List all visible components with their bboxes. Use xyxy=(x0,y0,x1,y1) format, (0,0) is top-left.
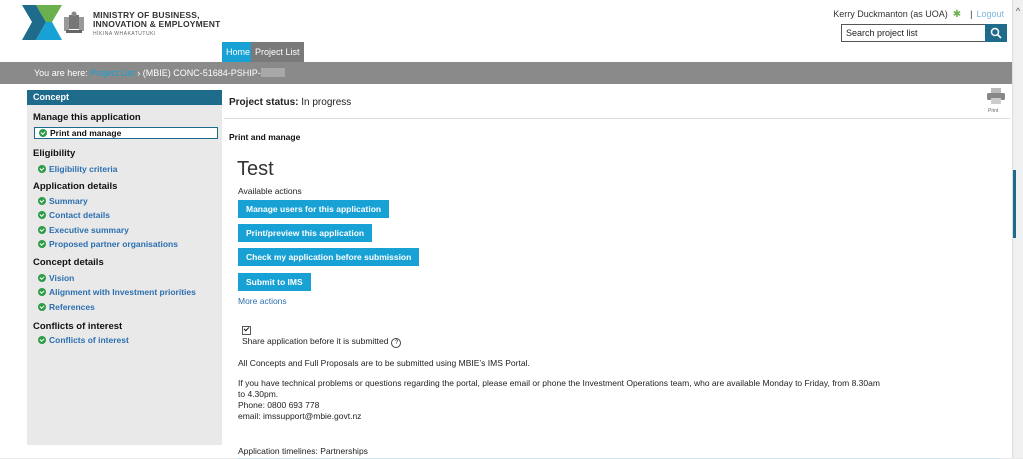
redacted-block xyxy=(260,68,285,77)
application-timelines-heading: Application timelines: Partnerships xyxy=(238,446,368,456)
sidebar-item-eligibility-criteria[interactable]: Eligibility criteria xyxy=(38,164,118,174)
sidebar-item-label: Print and manage xyxy=(50,128,122,138)
sidebar-item-contact-details[interactable]: Contact details xyxy=(38,210,110,220)
mbie-logo-icon xyxy=(22,5,62,40)
project-status: Project status: In progress xyxy=(229,97,351,108)
search-placeholder: Search project list xyxy=(846,28,918,38)
sidebar-heading-application-details: Application details xyxy=(33,181,118,192)
sidebar: Concept Manage this application Print an… xyxy=(27,90,222,445)
sidebar-item-label: References xyxy=(49,302,95,312)
main-content: Project status: In progress Print Print … xyxy=(224,88,1014,459)
breadcrumb: You are here: Project List › (MBIE) CONC… xyxy=(0,62,1012,84)
project-title: Test xyxy=(237,158,274,180)
check-circle-icon xyxy=(38,165,46,173)
print-icon[interactable] xyxy=(987,88,1005,104)
sidebar-item-summary[interactable]: Summary xyxy=(38,196,88,206)
more-actions-link[interactable]: More actions xyxy=(238,296,287,306)
sidebar-item-label: Summary xyxy=(49,196,88,206)
submit-to-ims-button[interactable]: Submit to IMS xyxy=(238,273,311,291)
sidebar-item-print-and-manage[interactable]: Print and manage xyxy=(34,127,218,139)
sidebar-heading-conflicts: Conflicts of interest xyxy=(33,321,123,332)
tab-home[interactable]: Home xyxy=(222,42,255,62)
check-circle-icon xyxy=(38,303,46,311)
user-name: Kerry Duckmanton (as UOA) xyxy=(833,9,948,19)
support-email: email: imssupport@mbie.govt.nz xyxy=(238,411,362,421)
divider xyxy=(224,118,1010,119)
info-support-line1: If you have technical problems or questi… xyxy=(238,378,880,388)
share-label: Share application before it is submitted xyxy=(242,336,389,346)
search-input[interactable]: Search project list xyxy=(841,24,987,42)
check-circle-icon xyxy=(38,211,46,219)
sidebar-item-vision[interactable]: Vision xyxy=(38,273,74,283)
check-circle-icon xyxy=(38,240,46,248)
ministry-name: MINISTRY OF BUSINESS, INNOVATION & EMPLO… xyxy=(93,11,221,39)
sidebar-item-label: Eligibility criteria xyxy=(49,164,118,174)
sidebar-item-proposed-partners[interactable]: Proposed partner organisations xyxy=(38,239,178,249)
sidebar-item-references[interactable]: References xyxy=(38,302,95,312)
sidebar-item-executive-summary[interactable]: Executive summary xyxy=(38,225,129,235)
user-bar-separator: | xyxy=(970,9,973,19)
ministry-line-3: HĪKINA WHAKATUTUKI xyxy=(93,31,156,37)
scrollbar-thumb[interactable] xyxy=(1013,170,1016,238)
section-title: Print and manage xyxy=(229,132,301,142)
share-checkbox[interactable] xyxy=(242,326,251,335)
sidebar-item-alignment[interactable]: Alignment with Investment priorities xyxy=(38,287,196,297)
check-circle-icon xyxy=(38,197,46,205)
project-status-value: In progress xyxy=(301,97,352,108)
nz-crest-icon xyxy=(64,11,84,33)
check-circle-icon xyxy=(38,336,46,344)
sidebar-item-label: Proposed partner organisations xyxy=(49,239,178,249)
tab-project-list[interactable]: Project List xyxy=(251,42,304,62)
sidebar-heading-concept-details: Concept details xyxy=(33,257,104,268)
sidebar-heading-manage: Manage this application xyxy=(33,112,141,123)
breadcrumb-project-list-link[interactable]: Project List xyxy=(90,68,135,78)
check-circle-icon xyxy=(38,226,46,234)
check-circle-icon xyxy=(38,288,46,296)
search-button[interactable] xyxy=(985,24,1007,42)
sidebar-item-label: Executive summary xyxy=(49,225,129,235)
sidebar-heading-eligibility: Eligibility xyxy=(33,148,76,159)
breadcrumb-prefix: You are here: xyxy=(34,68,88,78)
sidebar-title: Concept xyxy=(27,90,222,105)
share-option: Share application before it is submitted… xyxy=(242,336,402,348)
print-preview-button[interactable]: Print/preview this application xyxy=(238,224,373,242)
logout-link[interactable]: Logout xyxy=(976,9,1004,19)
scroll-up-arrow-icon[interactable]: ^ xyxy=(1013,6,1023,16)
page: MINISTRY OF BUSINESS, INNOVATION & EMPLO… xyxy=(0,0,1014,459)
user-bar: Kerry Duckmanton (as UOA) ✱ | Logout xyxy=(833,9,1004,20)
info-support-line2: to 4.30pm. xyxy=(238,389,279,399)
ministry-line-2: INNOVATION & EMPLOYMENT xyxy=(93,19,221,29)
info-ims-portal: All Concepts and Full Proposals are to b… xyxy=(238,358,530,368)
search-icon xyxy=(990,27,1002,39)
header: MINISTRY OF BUSINESS, INNOVATION & EMPLO… xyxy=(0,0,1012,62)
sidebar-item-label: Alignment with Investment priorities xyxy=(49,287,196,297)
project-status-label: Project status: xyxy=(229,97,299,108)
breadcrumb-current: › (MBIE) CONC-51684-PSHIP- xyxy=(137,68,261,78)
print-label: Print xyxy=(988,108,999,114)
manage-users-button[interactable]: Manage users for this application xyxy=(238,200,390,218)
available-actions-label: Available actions xyxy=(238,186,302,196)
check-circle-icon xyxy=(39,129,47,137)
support-phone: Phone: 0800 693 778 xyxy=(238,400,320,410)
sidebar-item-conflicts-of-interest[interactable]: Conflicts of interest xyxy=(38,335,129,345)
sidebar-item-label: Conflicts of interest xyxy=(49,335,129,345)
settings-icon[interactable]: ✱ xyxy=(953,9,961,20)
sidebar-item-label: Contact details xyxy=(49,210,110,220)
help-icon[interactable]: ? xyxy=(391,338,402,348)
check-application-button[interactable]: Check my application before submission xyxy=(238,248,420,266)
check-circle-icon xyxy=(38,274,46,282)
sidebar-item-label: Vision xyxy=(49,273,75,283)
